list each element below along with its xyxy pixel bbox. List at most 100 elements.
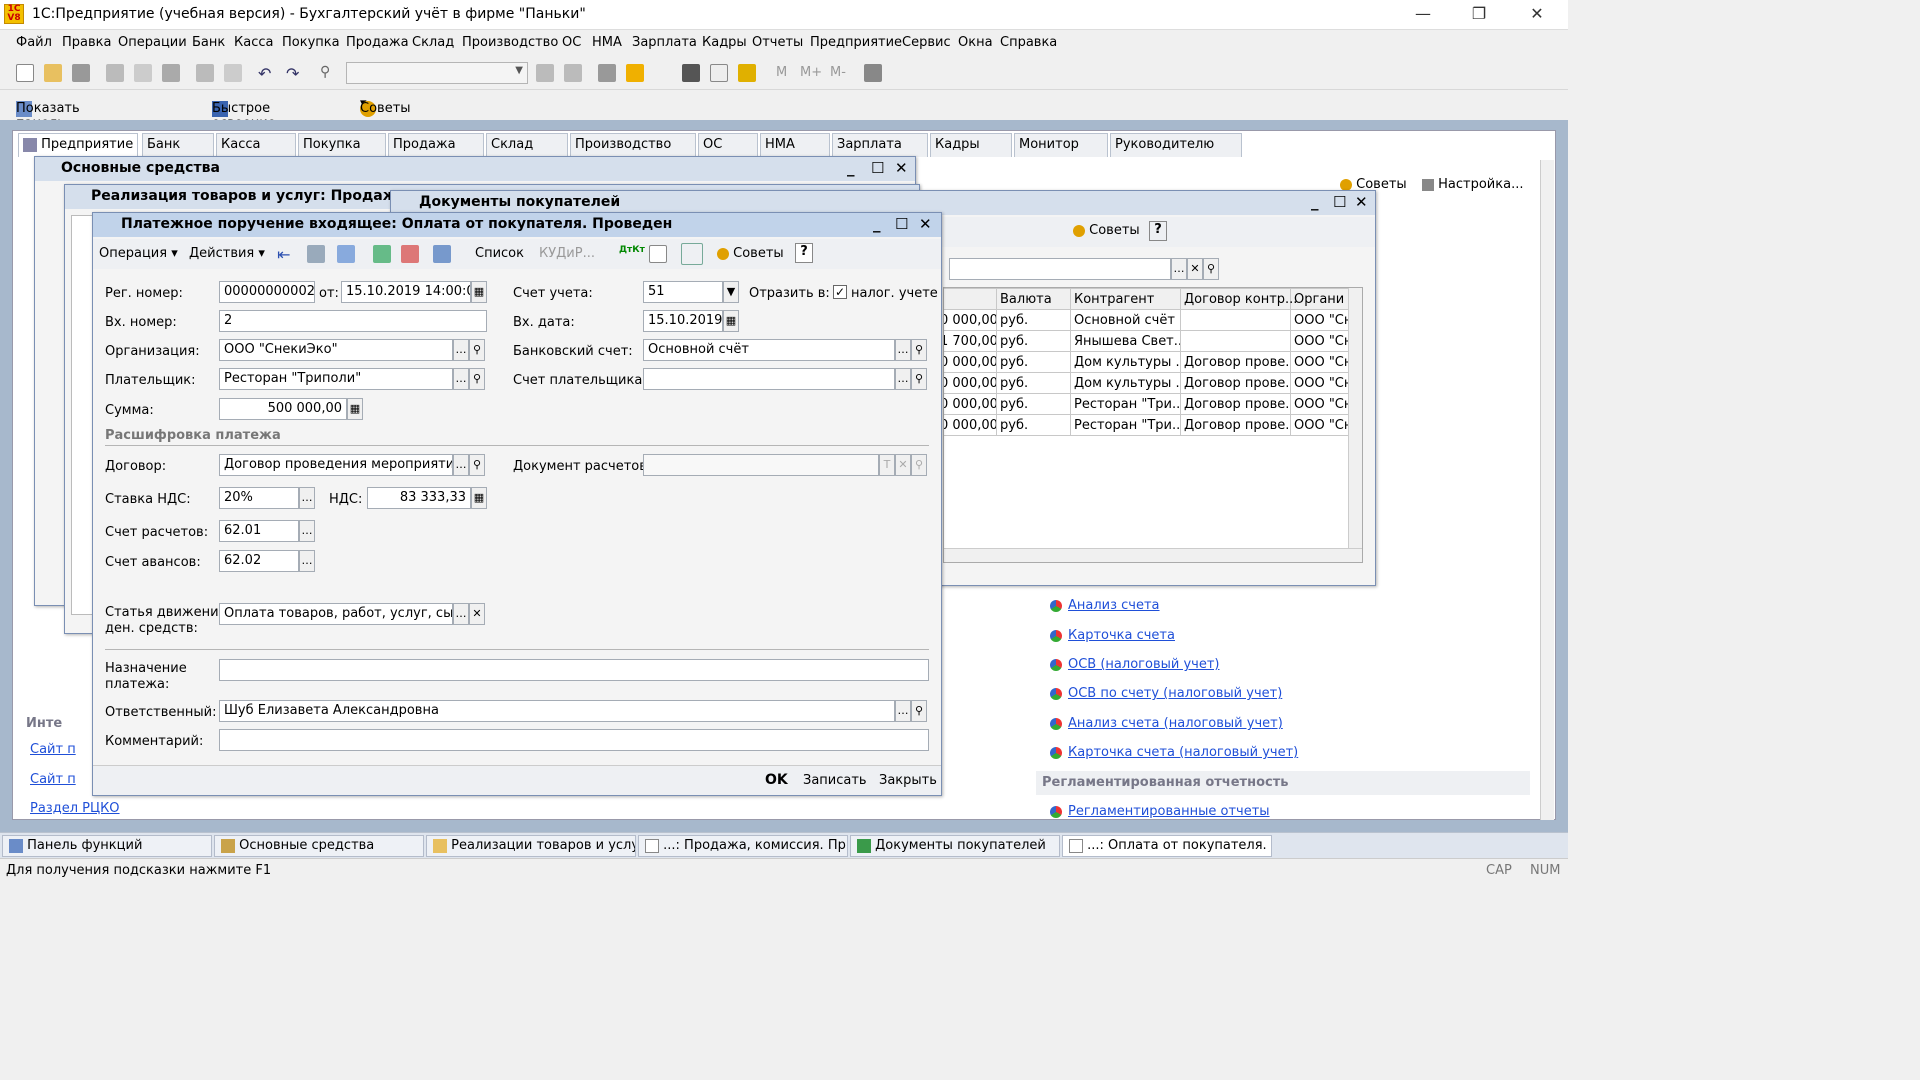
search-combobox[interactable]: ▼ (346, 62, 528, 84)
redo-icon[interactable]: ↷ (286, 64, 304, 83)
menu-production[interactable]: Производство (462, 35, 558, 50)
cash-flow-input[interactable]: Оплата товаров, работ, услуг, сырья (219, 603, 453, 625)
settle-acc-input[interactable]: 62.01 (219, 520, 299, 542)
docs-close-button[interactable]: ✕ (1355, 193, 1368, 211)
preview-icon[interactable] (224, 64, 242, 82)
settlement-doc-input[interactable] (643, 454, 879, 476)
task-os[interactable]: Основные средства (214, 835, 424, 857)
paste-icon[interactable] (162, 64, 180, 82)
memory-plus-button[interactable]: М+ (800, 65, 822, 80)
date-calendar-button[interactable]: ▦ (471, 281, 487, 303)
payment-minimize-button[interactable]: _ (873, 215, 881, 233)
menu-bank[interactable]: Банк (192, 35, 225, 50)
settlement-doc-open-button[interactable]: ⚲ (911, 454, 927, 476)
in-date-calendar-button[interactable]: ▦ (723, 310, 739, 332)
docs-minimize-button[interactable]: _ (1311, 193, 1319, 211)
account-dropdown-button[interactable]: ▼ (723, 281, 739, 303)
docs-tips-button[interactable]: Советы (1073, 223, 1140, 238)
table-row[interactable]: 0 000,00 руб. Ресторан "Три... Договор пров… (944, 414, 1351, 436)
payer-account-input[interactable] (643, 368, 895, 390)
docs-maximize-button[interactable]: ☐ (1333, 193, 1346, 211)
tab-production[interactable]: Производство (570, 133, 696, 157)
org-input[interactable]: ООО "СнекиЭко" (219, 339, 453, 361)
docs-filter-clear-button[interactable]: ✕ (1187, 258, 1203, 280)
save-button[interactable]: Записать (803, 773, 867, 788)
structure-icon[interactable] (681, 243, 703, 265)
tab-os[interactable]: ОС (698, 133, 758, 157)
cash-flow-clear-button[interactable]: ✕ (469, 603, 485, 625)
search-prev-icon[interactable] (564, 64, 582, 82)
copy-doc-icon[interactable] (337, 245, 355, 263)
minimize-button[interactable]: — (1400, 2, 1446, 28)
menu-cash[interactable]: Касса (234, 35, 273, 50)
in-date-input[interactable]: 15.10.2019 (643, 310, 723, 332)
table-row[interactable]: 0 000,00 руб. Основной счёт ООО "Сн (944, 309, 1351, 331)
tab-enterprise[interactable]: Предприятие (18, 133, 138, 157)
close-button[interactable]: ✕ (1514, 2, 1560, 28)
settle-acc-select-button[interactable]: … (299, 520, 315, 542)
save-icon[interactable] (72, 64, 90, 82)
tab-bank[interactable]: Банк (142, 133, 214, 157)
link-osv-account-tax[interactable]: ОСВ по счету (налоговый учет) (1050, 686, 1282, 701)
copy-icon[interactable] (134, 64, 152, 82)
tips-toolbar-button[interactable]: Советы ▾ (360, 96, 411, 117)
payer-open-button[interactable]: ⚲ (469, 368, 485, 390)
tab-sale[interactable]: Продажа (388, 133, 484, 157)
journal-icon[interactable] (649, 245, 667, 263)
bank-account-select-button[interactable]: … (895, 339, 911, 361)
payment-maximize-button[interactable]: ☐ (895, 215, 908, 233)
post-icon[interactable] (373, 245, 391, 263)
col-contract[interactable]: Договор контр... (1180, 288, 1297, 310)
contract-open-button[interactable]: ⚲ (469, 454, 485, 476)
cash-flow-select-button[interactable]: … (453, 603, 469, 625)
account-select[interactable]: 51 (643, 281, 723, 303)
settlement-doc-type-button[interactable]: T (879, 454, 895, 476)
operation-menu-button[interactable]: Операция ▾ (99, 246, 178, 261)
tools-icon[interactable] (864, 64, 882, 82)
task-customer-docs[interactable]: Документы покупателей (850, 835, 1060, 857)
menu-operations[interactable]: Операции (118, 35, 187, 50)
link-account-card-tax[interactable]: Карточка счета (налоговый учет) (1050, 745, 1298, 760)
menu-windows[interactable]: Окна (958, 35, 993, 50)
payment-close-window-button[interactable]: ✕ (919, 215, 932, 233)
table-row[interactable]: 0 000,00 руб. Дом культуры ... Договор пров… (944, 372, 1351, 394)
contract-select-button[interactable]: … (453, 454, 469, 476)
key-icon[interactable] (738, 64, 756, 82)
sum-input[interactable]: 500 000,00 (219, 398, 347, 420)
help-1c-icon[interactable] (626, 64, 644, 82)
contract-input[interactable]: Договор проведения мероприятий (219, 454, 453, 476)
menu-nma[interactable]: НМА (592, 35, 622, 50)
menu-help[interactable]: Справка (1000, 35, 1057, 50)
vat-calculator-button[interactable]: ▦ (471, 487, 487, 509)
link-account-analysis-tax[interactable]: Анализ счета (налоговый учет) (1050, 716, 1283, 731)
link-account-card[interactable]: Карточка счета (1050, 628, 1175, 643)
task-function-panel[interactable]: Панель функций (2, 835, 212, 857)
tab-warehouse[interactable]: Склад (486, 133, 568, 157)
date-input[interactable]: 15.10.2019 14:00:00 (341, 281, 471, 303)
calculator-icon[interactable] (682, 64, 700, 82)
os-close-button[interactable]: ✕ (895, 159, 908, 177)
calendar-icon[interactable] (710, 64, 728, 82)
link-osv-tax[interactable]: ОСВ (налоговый учет) (1050, 657, 1219, 672)
table-row[interactable]: 0 000,00 руб. Ресторан "Три... Договор пров… (944, 393, 1351, 415)
purpose-input[interactable] (219, 659, 929, 681)
menu-warehouse[interactable]: Склад (412, 35, 454, 50)
col-sum[interactable] (944, 288, 997, 310)
restore-button[interactable]: ❐ (1456, 2, 1502, 28)
tab-cash[interactable]: Касса (216, 133, 296, 157)
reg-num-input[interactable]: 00000000002 (219, 281, 315, 303)
link-account-analysis[interactable]: Анализ счета (1050, 598, 1160, 613)
tab-purchase[interactable]: Покупка (298, 133, 386, 157)
org-select-button[interactable]: … (453, 339, 469, 361)
docs-help-button[interactable]: ? (1149, 221, 1167, 241)
menu-salary[interactable]: Зарплата (632, 35, 697, 50)
right-scrollbar[interactable] (1540, 160, 1554, 820)
payment-tips-button[interactable]: Советы (717, 246, 784, 261)
org-open-button[interactable]: ⚲ (469, 339, 485, 361)
close-form-button[interactable]: Закрыть (879, 773, 937, 788)
responsible-input[interactable]: Шуб Елизавета Александровна (219, 700, 895, 722)
advance-acc-select-button[interactable]: … (299, 550, 315, 572)
tab-manager[interactable]: Руководителю (1110, 133, 1242, 157)
ok-button[interactable]: OK (765, 772, 788, 788)
kudir-button[interactable]: КУДиР... (539, 246, 595, 261)
